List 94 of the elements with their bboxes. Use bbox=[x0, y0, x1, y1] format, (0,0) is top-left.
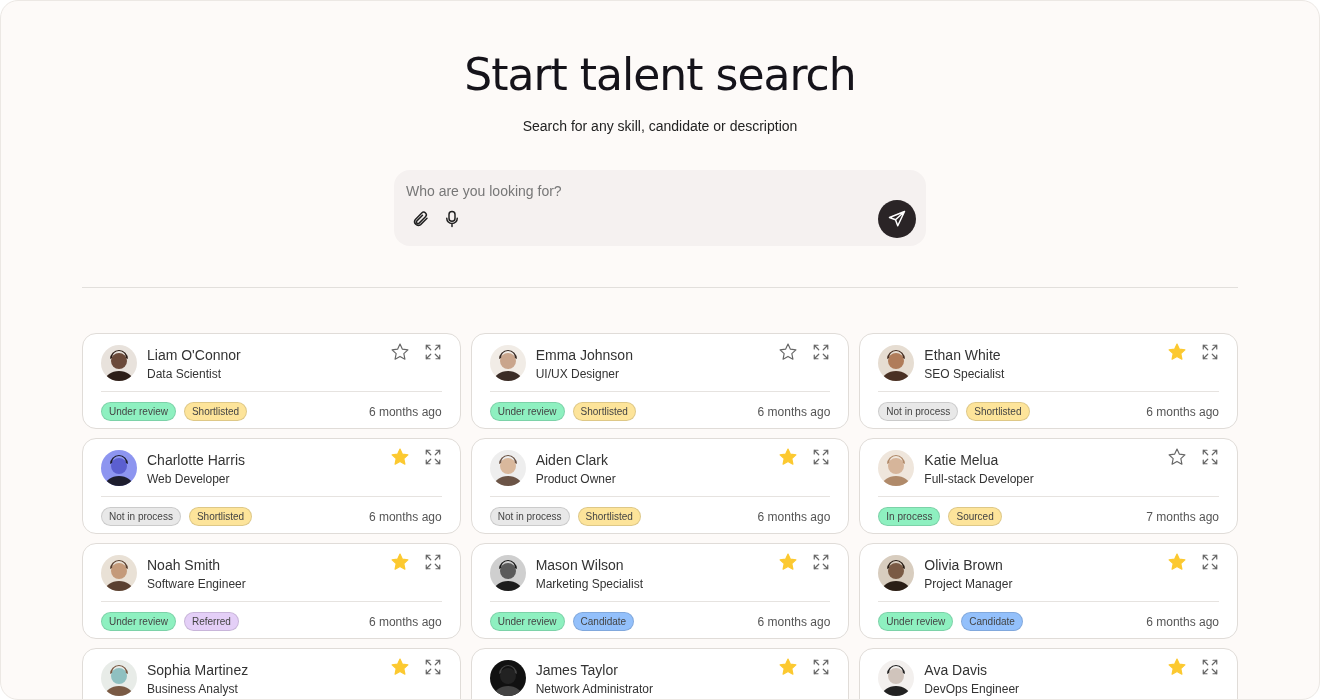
status-tag: Under review bbox=[489, 612, 565, 631]
filled-star-icon[interactable] bbox=[778, 447, 799, 467]
paperclip-icon[interactable] bbox=[412, 210, 430, 228]
candidate-card[interactable]: James Taylor Network Administrator bbox=[470, 648, 850, 699]
candidate-name: Mason Wilson bbox=[535, 557, 625, 573]
candidate-role: Network Administrator bbox=[535, 682, 655, 696]
candidate-role: Product Owner bbox=[535, 472, 617, 486]
filled-star-icon[interactable] bbox=[778, 552, 799, 572]
candidate-name: Sophia Martinez bbox=[147, 662, 250, 678]
candidate-name: Ava Davis bbox=[924, 662, 989, 678]
status-tag: Not in process bbox=[101, 507, 181, 526]
candidate-card[interactable]: Olivia Brown Project Manager Under review Candidate 6 months ago bbox=[859, 543, 1238, 639]
candidate-card[interactable]: Katie Melua Full-stack Developer In process Sourced 7 months ago bbox=[859, 438, 1238, 534]
candidate-role: Marketing Specialist bbox=[535, 577, 645, 591]
updated-time: 6 months ago bbox=[368, 614, 442, 629]
candidate-role: Data Scientist bbox=[147, 367, 223, 381]
candidate-card[interactable]: Noah Smith Software Engineer Under review Referred 6 months ago bbox=[82, 543, 461, 639]
candidate-name: Emma Johnson bbox=[535, 347, 634, 363]
candidate-name: Charlotte Harris bbox=[147, 452, 247, 468]
candidate-role: SEO Specialist bbox=[924, 367, 1006, 381]
filled-star-icon[interactable] bbox=[778, 657, 799, 677]
updated-time: 6 months ago bbox=[368, 404, 442, 419]
candidate-role: Project Manager bbox=[924, 577, 1014, 591]
status-tag: Candidate bbox=[572, 612, 635, 631]
candidate-card[interactable]: Sophia Martinez Business Analyst bbox=[82, 648, 461, 699]
candidate-card[interactable]: Ava Davis DevOps Engineer bbox=[859, 648, 1238, 699]
status-tag: Under review bbox=[101, 402, 176, 421]
updated-time: 6 months ago bbox=[368, 509, 442, 524]
candidate-role: Web Developer bbox=[147, 472, 231, 486]
status-tag: Referred bbox=[183, 612, 239, 631]
expand-icon[interactable] bbox=[812, 343, 831, 361]
candidate-role: Full-stack Developer bbox=[924, 472, 1035, 486]
star-icon[interactable] bbox=[1167, 447, 1187, 467]
candidate-card[interactable]: Charlotte Harris Web Developer Not in process Shortlisted 6 months ago bbox=[82, 438, 461, 534]
candidate-card[interactable]: Aiden Clark Product Owner Not in process Shortlisted 6 months ago bbox=[470, 438, 850, 534]
candidate-card[interactable]: Liam O'Connor Data Scientist Under review Shortlisted 6 months ago bbox=[82, 333, 461, 429]
candidate-role: Business Analyst bbox=[147, 682, 239, 696]
status-tag: Not in process bbox=[878, 402, 959, 421]
candidate-card[interactable]: Mason Wilson Marketing Specialist Under review Candidate 6 months ago bbox=[470, 543, 850, 639]
candidate-role: UI/UX Designer bbox=[535, 367, 621, 381]
updated-time: 6 months ago bbox=[1146, 404, 1219, 419]
candidate-role: Software Engineer bbox=[147, 577, 247, 591]
candidate-card[interactable]: Emma Johnson UI/UX Designer Under review Shortlisted 6 months ago bbox=[470, 333, 850, 429]
expand-icon[interactable] bbox=[1201, 448, 1219, 466]
expand-icon[interactable] bbox=[812, 553, 831, 571]
status-tag: Shortlisted bbox=[572, 402, 636, 421]
status-tag: Shortlisted bbox=[966, 402, 1030, 421]
status-tag: Not in process bbox=[489, 507, 570, 526]
candidate-name: Aiden Clark bbox=[535, 452, 610, 468]
filled-star-icon[interactable] bbox=[389, 552, 410, 572]
status-tag: In process bbox=[878, 507, 941, 526]
expand-icon[interactable] bbox=[423, 658, 442, 676]
filled-star-icon[interactable] bbox=[389, 657, 410, 677]
filled-star-icon[interactable] bbox=[1167, 552, 1187, 572]
candidate-card[interactable]: Ethan White SEO Specialist Not in process Shortlisted 6 months ago bbox=[859, 333, 1238, 429]
candidate-name: Olivia Brown bbox=[924, 557, 1004, 573]
expand-icon[interactable] bbox=[1201, 343, 1219, 361]
candidate-name: Noah Smith bbox=[147, 557, 222, 573]
expand-icon[interactable] bbox=[812, 448, 831, 466]
candidate-name: James Taylor bbox=[535, 662, 619, 678]
updated-time: 6 months ago bbox=[757, 509, 831, 524]
expand-icon[interactable] bbox=[423, 448, 442, 466]
page-subtitle: Search for any skill, candidate or description bbox=[522, 118, 798, 134]
candidate-name: Ethan White bbox=[924, 347, 1002, 363]
status-tag: Shortlisted bbox=[183, 402, 248, 421]
page-title: Start talent search bbox=[464, 49, 856, 100]
expand-icon[interactable] bbox=[423, 343, 442, 361]
microphone-icon[interactable] bbox=[444, 210, 460, 228]
star-icon[interactable] bbox=[389, 342, 410, 362]
expand-icon[interactable] bbox=[812, 658, 831, 676]
filled-star-icon[interactable] bbox=[1167, 657, 1187, 677]
filled-star-icon[interactable] bbox=[389, 447, 410, 467]
status-tag: Shortlisted bbox=[577, 507, 641, 526]
search-field[interactable]: Who are you looking for? bbox=[404, 182, 920, 200]
status-tag: Sourced bbox=[948, 507, 1002, 526]
candidate-name: Liam O'Connor bbox=[147, 347, 242, 363]
send-button[interactable] bbox=[878, 200, 916, 238]
status-tag: Candidate bbox=[961, 612, 1023, 631]
send-icon bbox=[888, 210, 906, 228]
expand-icon[interactable] bbox=[423, 553, 442, 571]
expand-icon[interactable] bbox=[1201, 658, 1219, 676]
updated-time: 6 months ago bbox=[757, 404, 831, 419]
updated-time: 6 months ago bbox=[757, 614, 831, 629]
candidate-name: Katie Melua bbox=[924, 452, 1000, 468]
status-tag: Under review bbox=[101, 612, 176, 631]
status-tag: Under review bbox=[878, 612, 954, 631]
candidate-role: DevOps Engineer bbox=[924, 682, 1021, 696]
status-tag: Shortlisted bbox=[188, 507, 253, 526]
status-tag: Under review bbox=[489, 402, 565, 421]
filled-star-icon[interactable] bbox=[1167, 342, 1187, 362]
updated-time: 7 months ago bbox=[1146, 509, 1219, 524]
expand-icon[interactable] bbox=[1201, 553, 1219, 571]
star-icon[interactable] bbox=[778, 342, 799, 362]
updated-time: 6 months ago bbox=[1146, 614, 1219, 629]
